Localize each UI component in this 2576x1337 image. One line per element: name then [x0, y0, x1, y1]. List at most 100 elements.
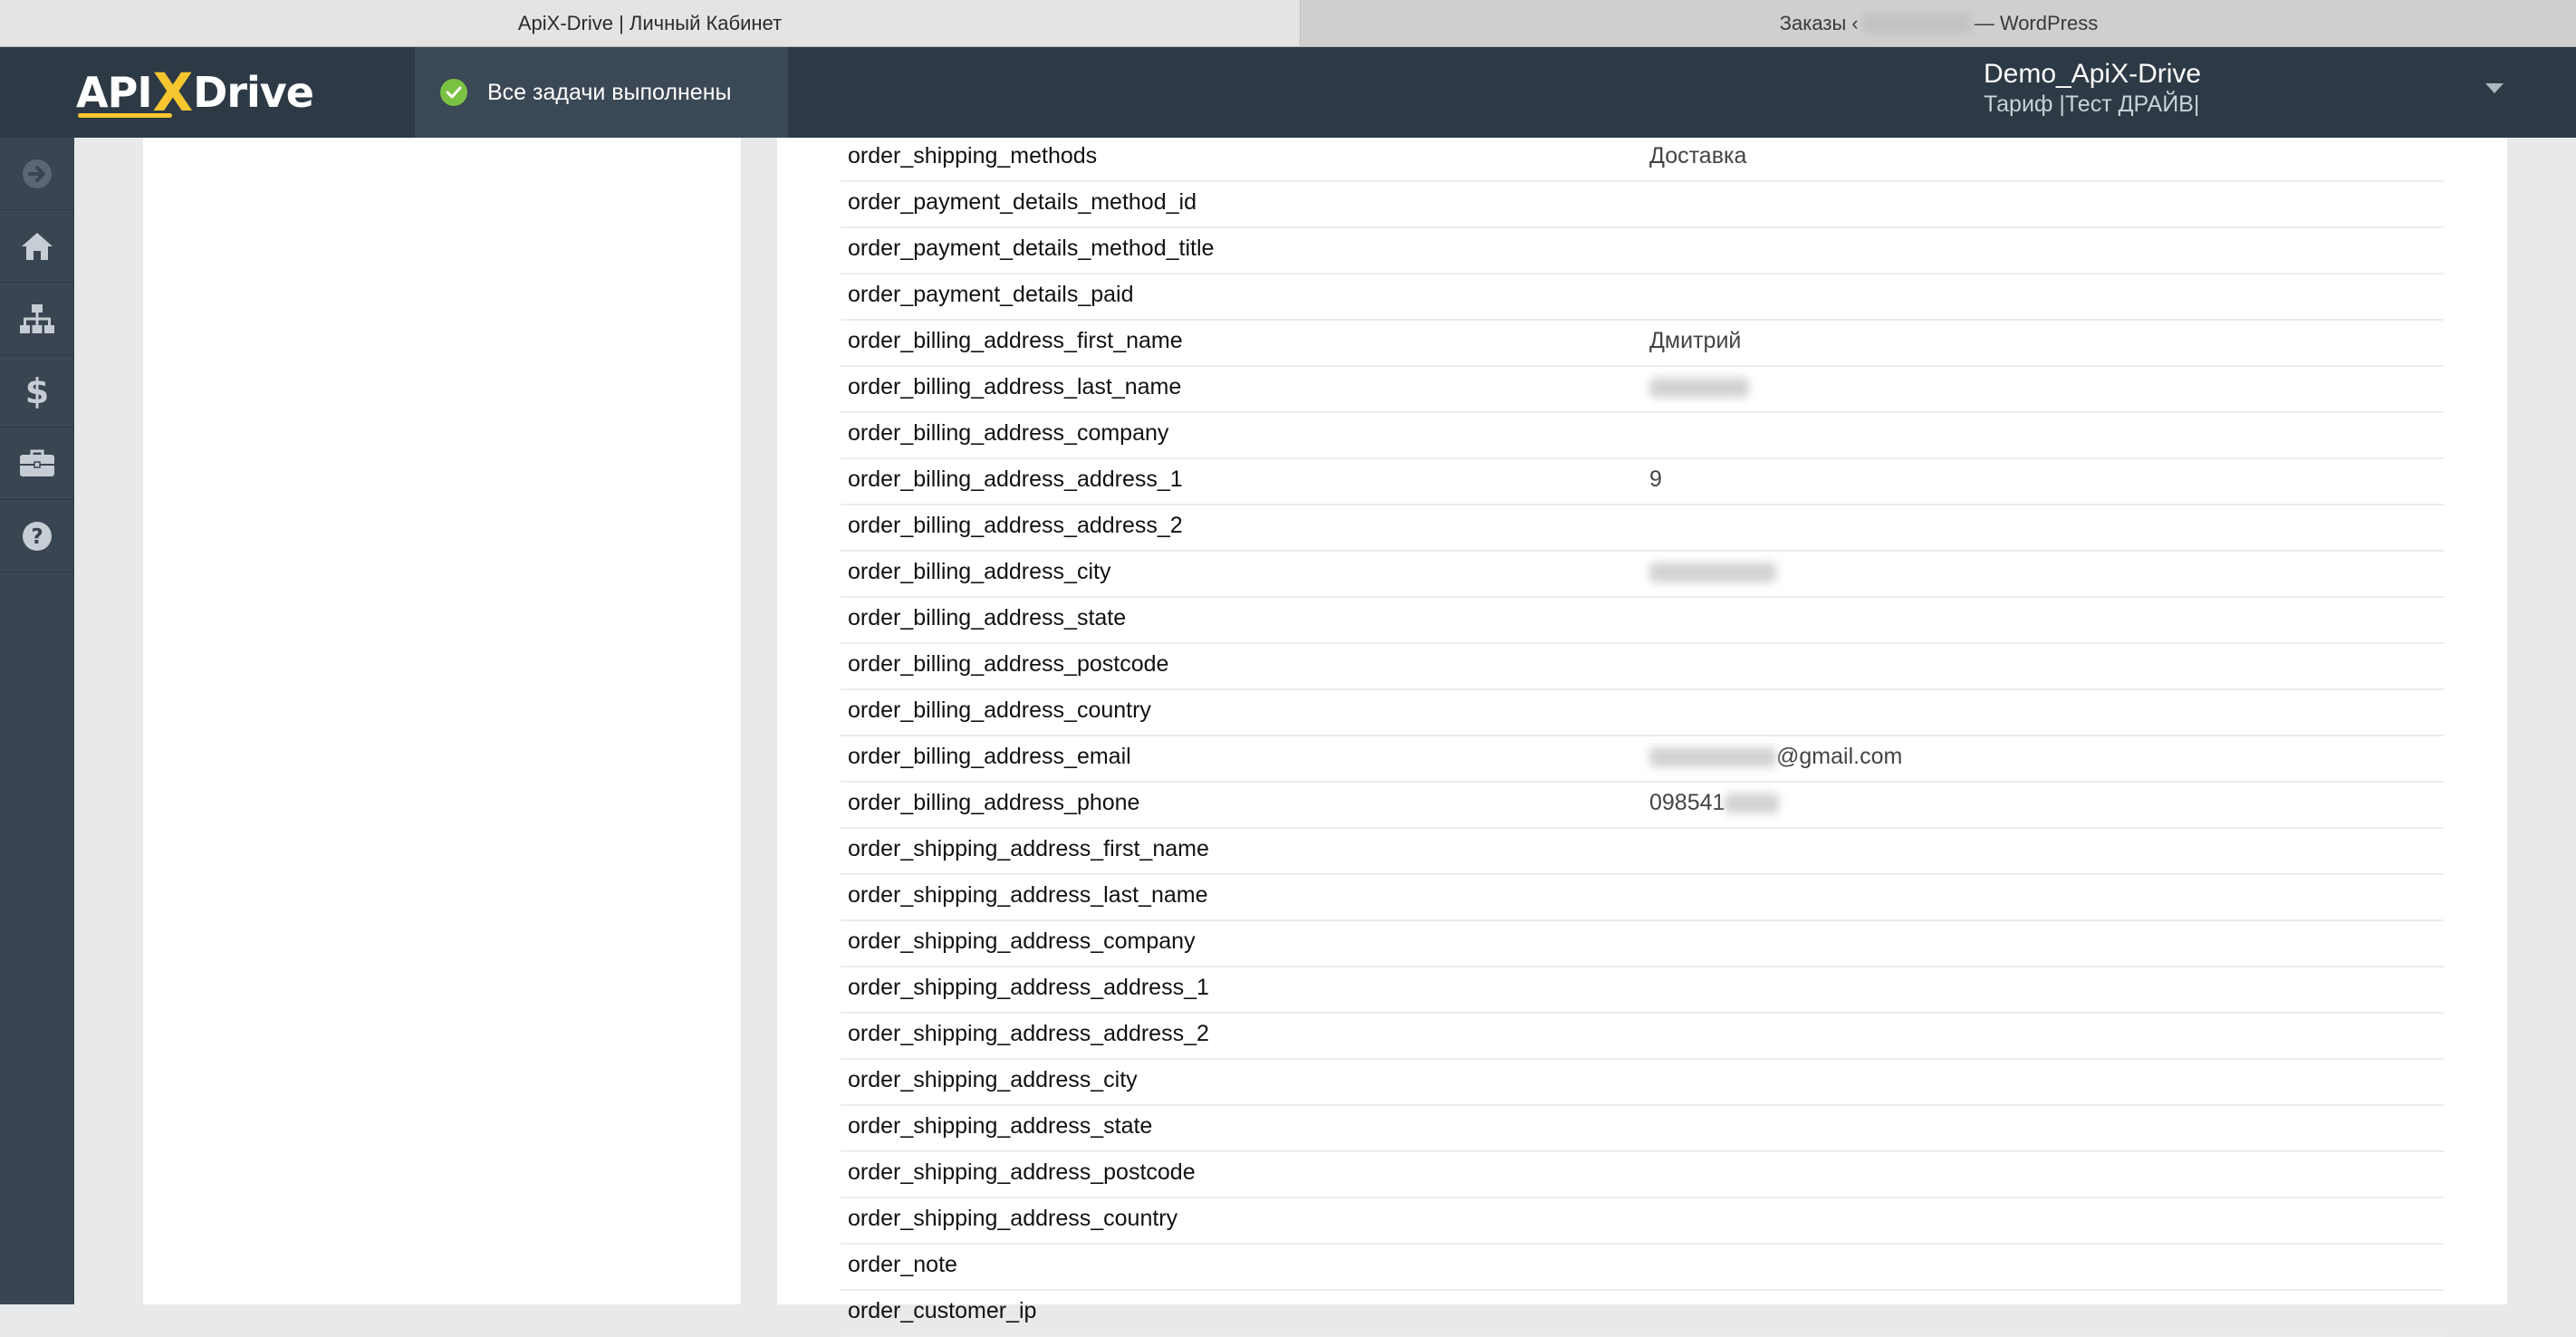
- table-row: order_billing_address_state: [841, 598, 2444, 644]
- sidebar-item-services[interactable]: [0, 428, 74, 500]
- field-key: order_billing_address_address_2: [848, 513, 1183, 538]
- field-key: order_billing_address_phone: [848, 790, 1140, 815]
- field-key: order_shipping_methods: [848, 143, 1098, 168]
- logo-underline: [78, 113, 172, 118]
- field-key: order_billing_address_country: [848, 697, 1151, 723]
- user-name: Demo_ApiX-Drive: [1984, 59, 2202, 89]
- field-value: [1649, 552, 1776, 592]
- sidebar-item-collapse[interactable]: [0, 138, 74, 210]
- task-status-badge: Все задачи выполнены: [415, 47, 788, 138]
- dollar-icon: $: [25, 373, 49, 409]
- table-row: order_note: [841, 1245, 2444, 1291]
- redacted-shop-name: [1861, 13, 1971, 34]
- email-domain: @gmail.com: [1776, 744, 1903, 769]
- field-value: [1649, 367, 1749, 407]
- svg-text:$: $: [25, 373, 49, 409]
- field-key: order_shipping_address_city: [848, 1067, 1138, 1092]
- field-key: order_shipping_address_postcode: [848, 1159, 1196, 1185]
- table-row: order_billing_address_first_name Дмитрий: [841, 321, 2444, 367]
- table-row: order_payment_details_paid: [841, 274, 2444, 321]
- table-row: order_shipping_address_last_name: [841, 875, 2444, 921]
- table-row: order_shipping_address_address_2: [841, 1014, 2444, 1060]
- table-row: order_billing_address_last_name: [841, 367, 2444, 413]
- field-key: order_billing_address_postcode: [848, 651, 1169, 677]
- help-circle-icon: ?: [23, 521, 52, 551]
- field-key: order_billing_address_company: [848, 420, 1169, 446]
- table-row: order_payment_details_method_title: [841, 228, 2444, 274]
- table-row: order_shipping_address_first_name: [841, 829, 2444, 875]
- table-row: order_billing_address_postcode: [841, 644, 2444, 690]
- redacted-value: [1649, 563, 1776, 583]
- field-key: order_shipping_address_last_name: [848, 882, 1208, 908]
- field-key: order_shipping_address_address_1: [848, 975, 1209, 1000]
- redacted-value: [1725, 794, 1780, 814]
- field-key: order_note: [848, 1252, 957, 1277]
- field-key: order_customer_ip: [848, 1298, 1037, 1323]
- sitemap-icon: [20, 303, 54, 333]
- browser-tab-bar: ApiX-Drive | Личный Кабинет Заказы ‹ — W…: [0, 0, 2576, 47]
- field-key: order_shipping_address_country: [848, 1206, 1178, 1231]
- browser-tab-title: ApiX-Drive | Личный Кабинет: [517, 11, 783, 34]
- field-value: 098541: [1649, 783, 1780, 822]
- browser-tab-title-prefix: Заказы ‹: [1779, 11, 1859, 34]
- user-plan: Тариф |Тест ДРАЙВ|: [1984, 91, 2200, 117]
- field-key: order_shipping_address_first_name: [848, 836, 1209, 861]
- svg-text:?: ?: [31, 525, 43, 549]
- field-key: order_billing_address_city: [848, 559, 1111, 584]
- browser-tab-title-suffix: — WordPress: [1974, 11, 2099, 34]
- field-key: order_payment_details_paid: [848, 282, 1134, 307]
- table-row: order_billing_address_company: [841, 413, 2444, 459]
- sidebar: $ ?: [0, 138, 74, 1304]
- table-row: order_billing_address_city: [841, 552, 2444, 598]
- table-row: order_payment_details_method_id: [841, 182, 2444, 228]
- chevron-down-icon[interactable]: [2485, 83, 2504, 93]
- field-value: Дмитрий: [1649, 328, 1742, 353]
- field-key: order_billing_address_address_1: [848, 467, 1183, 492]
- field-key: order_shipping_address_company: [848, 928, 1196, 954]
- order-fields-table: order_shipping_methods Доставка order_paym…: [841, 136, 2444, 1337]
- field-key: order_payment_details_method_title: [848, 236, 1215, 261]
- field-key: order_shipping_address_state: [848, 1113, 1153, 1139]
- phone-prefix: 098541: [1649, 790, 1725, 815]
- browser-tab-wordpress[interactable]: Заказы ‹ — WordPress: [1302, 0, 2576, 46]
- table-row: order_billing_address_phone 098541: [841, 783, 2444, 829]
- field-key: order_billing_address_email: [848, 744, 1131, 769]
- user-account-menu[interactable]: Demo_ApiX-Drive Тариф |Тест ДРАЙВ|: [1984, 58, 2382, 118]
- sidebar-item-help[interactable]: ?: [0, 500, 74, 572]
- table-row: order_shipping_address_company: [841, 921, 2444, 967]
- left-panel: [143, 138, 742, 1304]
- field-value: Доставка: [1649, 143, 1747, 168]
- redacted-value: [1649, 747, 1776, 768]
- logo-text-left: API: [76, 68, 152, 117]
- field-key: order_billing_address_last_name: [848, 374, 1182, 399]
- table-row: order_billing_address_address_2: [841, 505, 2444, 552]
- field-key: order_shipping_address_address_2: [848, 1021, 1209, 1046]
- table-row: order_shipping_address_country: [841, 1198, 2444, 1245]
- status-text: Все задачи выполнены: [487, 79, 732, 105]
- table-row: order_shipping_address_state: [841, 1106, 2444, 1152]
- table-row: order_billing_address_address_1 9: [841, 459, 2444, 505]
- field-key: order_billing_address_first_name: [848, 328, 1183, 353]
- field-value: 9: [1649, 467, 1662, 492]
- table-row: order_shipping_address_city: [841, 1060, 2444, 1106]
- table-row: order_billing_address_country: [841, 690, 2444, 736]
- browser-tab-apix[interactable]: ApiX-Drive | Личный Кабинет: [0, 0, 1301, 46]
- arrow-right-circle-icon: [23, 159, 52, 188]
- field-key: order_billing_address_state: [848, 605, 1127, 630]
- sidebar-item-home[interactable]: [0, 210, 74, 283]
- home-icon: [22, 232, 53, 260]
- table-row: order_customer_ip: [841, 1291, 2444, 1337]
- sidebar-item-billing[interactable]: $: [0, 355, 74, 428]
- redacted-value: [1649, 378, 1749, 399]
- table-row: order_shipping_methods Доставка: [841, 136, 2444, 182]
- apix-drive-logo[interactable]: API X Drive: [76, 62, 314, 123]
- app-header: API X Drive Все задачи выполнены Demo_ApiX…: [0, 47, 2576, 138]
- briefcase-icon: [20, 449, 54, 476]
- field-key: order_payment_details_method_id: [848, 189, 1197, 215]
- table-row: order_shipping_address_address_1: [841, 967, 2444, 1014]
- table-row: order_shipping_address_postcode: [841, 1152, 2444, 1198]
- sidebar-item-connections[interactable]: [0, 283, 74, 355]
- check-circle-icon: [440, 79, 467, 106]
- table-row: order_billing_address_email @gmail.com: [841, 736, 2444, 783]
- field-value: @gmail.com: [1649, 736, 1902, 776]
